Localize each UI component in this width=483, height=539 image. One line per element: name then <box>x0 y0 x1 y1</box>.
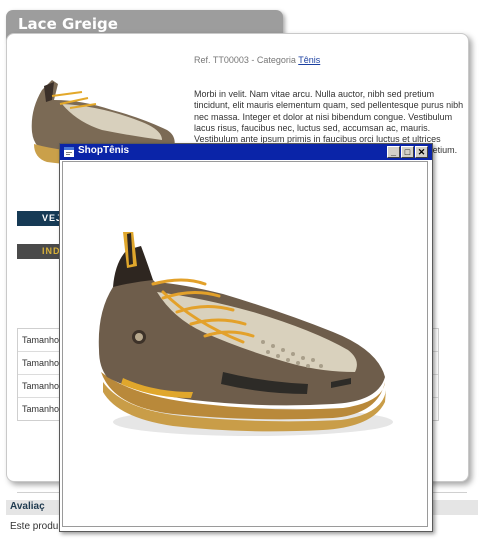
close-icon: ✕ <box>417 147 426 157</box>
product-large-image <box>98 232 393 436</box>
popup-content <box>62 161 428 527</box>
maximize-button[interactable]: □ <box>401 146 414 158</box>
evaluation-text: Este produ <box>10 521 59 532</box>
size-label: Tamanho <box>22 404 60 414</box>
reference-text: Ref. TT00003 - Categoria <box>194 55 299 65</box>
maximize-icon: □ <box>404 147 411 157</box>
indicate-button-label: IND <box>42 246 61 256</box>
popup-titlebar[interactable]: ShopTênis _ □ ✕ <box>60 144 432 160</box>
size-label: Tamanho <box>22 381 60 391</box>
window-icon <box>64 147 74 157</box>
category-link[interactable]: Tênis <box>298 55 320 65</box>
close-button[interactable]: ✕ <box>415 146 428 158</box>
evaluation-heading: Avaliaç <box>10 501 45 512</box>
image-popup-window[interactable]: ShopTênis _ □ ✕ <box>59 143 433 532</box>
popup-title: ShopTênis <box>78 145 130 156</box>
minimize-button[interactable]: _ <box>387 146 400 158</box>
product-title: Lace Greige <box>18 15 118 33</box>
size-label: Tamanho <box>22 358 60 368</box>
minimize-icon: _ <box>390 147 396 157</box>
product-reference: Ref. TT00003 - Categoria Tênis <box>194 55 320 65</box>
size-label: Tamanho <box>22 335 60 345</box>
